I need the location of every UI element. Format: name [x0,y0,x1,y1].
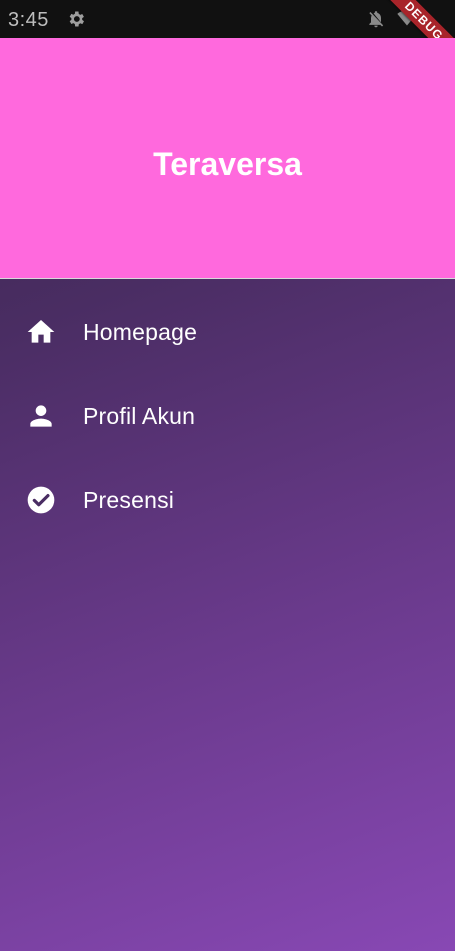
gear-icon [69,11,84,27]
bell-off-icon [369,11,384,28]
menu-item-label: Homepage [83,318,198,345]
status-bar: 3:45 [0,0,455,38]
app-screen: 3:45 DEBUG Teraversa Homepage Profil Aku… [0,0,455,951]
menu-item-profil-akun[interactable]: Profil Akun [0,374,455,458]
menu-item-presensi[interactable]: Presensi [0,458,455,542]
drawer-title: Teraversa [153,146,302,182]
drawer-menu: Homepage Profil Akun Presensi [0,290,455,542]
home-icon [25,316,57,348]
person-icon [25,400,57,432]
check-circle-icon [25,484,57,516]
drawer-header: Teraversa [0,38,455,279]
status-time: 3:45 [8,9,49,31]
menu-item-label: Profil Akun [83,402,196,429]
menu-item-homepage[interactable]: Homepage [0,290,455,374]
menu-item-label: Presensi [83,486,175,513]
